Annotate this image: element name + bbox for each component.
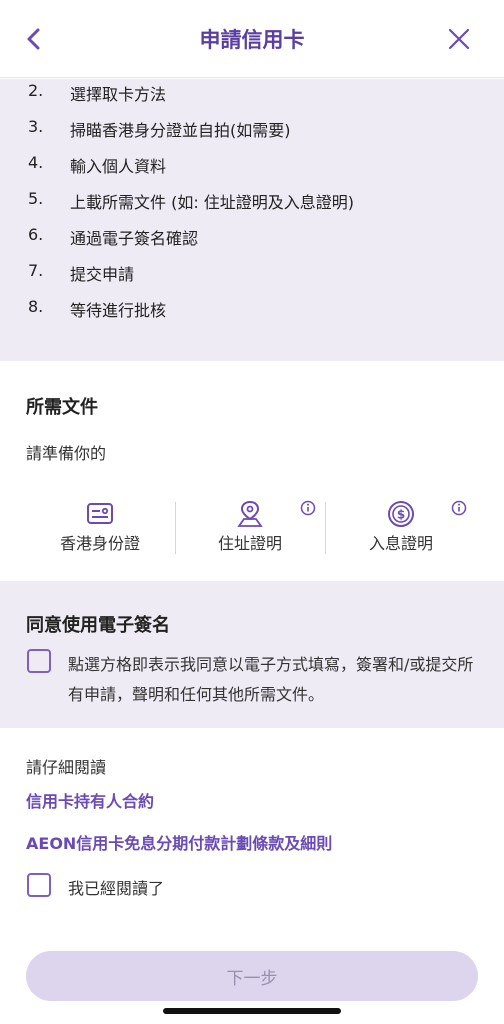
step-item: 5. 上載所需文件 (如: 住址證明及入息證明): [0, 189, 504, 219]
next-button[interactable]: 下一步: [26, 951, 478, 1001]
step-number: 4.: [28, 153, 44, 172]
dollar-coin-icon: $: [388, 501, 414, 527]
cardholder-agreement-link[interactable]: 信用卡持有人合約: [26, 788, 154, 812]
step-item: 2. 選擇取卡方法: [0, 81, 504, 111]
info-icon[interactable]: [300, 500, 316, 516]
svg-text:$: $: [397, 508, 405, 522]
step-text: 通過電子簽名確認: [70, 229, 199, 248]
step-item: 4. 輸入個人資料: [0, 153, 504, 183]
step-number: 5.: [28, 189, 44, 208]
step-text: 輸入個人資料: [70, 157, 167, 176]
doc-label: 香港身份證: [59, 534, 140, 553]
step-item: 8. 等待進行批核: [0, 297, 504, 327]
step-item: 7. 提交申請: [0, 261, 504, 291]
address-pin-icon: [237, 500, 263, 527]
close-icon: [448, 28, 470, 50]
doc-label: 住址證明: [217, 534, 282, 553]
application-steps: 2. 選擇取卡方法 3. 掃瞄香港身分證並自拍(如需要) 4. 輸入個人資料 5…: [0, 79, 504, 361]
app-header: 申請信用卡: [0, 0, 504, 78]
consent-title: 同意使用電子簽名: [26, 615, 170, 636]
step-text: 上載所需文件 (如: 住址證明及入息證明): [70, 193, 355, 212]
id-card-icon: [87, 503, 113, 524]
consent-text: 點選方格即表示我同意以電子方式填寫，簽署和/或提交所有申請，聲明和任何其他所需文…: [68, 655, 474, 704]
close-button[interactable]: [444, 24, 474, 54]
read-carefully-label: 請仔細閱讀: [26, 758, 107, 777]
step-text: 等待進行批核: [70, 301, 167, 320]
doc-hkid: 香港身份證: [25, 500, 175, 560]
step-number: 6.: [28, 225, 44, 244]
doc-label: 入息證明: [368, 534, 433, 553]
chevron-left-icon: [27, 28, 40, 50]
step-text: 選擇取卡方法: [70, 85, 167, 104]
back-button[interactable]: [18, 24, 48, 54]
step-text: 提交申請: [70, 265, 135, 284]
step-text: 掃瞄香港身分證並自拍(如需要): [70, 121, 291, 140]
home-indicator: [163, 1008, 341, 1014]
read-confirm-text: 我已經閱讀了: [68, 879, 165, 898]
step-item: 3. 掃瞄香港身分證並自拍(如需要): [0, 117, 504, 147]
page-title: 申請信用卡: [199, 27, 305, 52]
step-number: 2.: [28, 81, 44, 100]
step-number: 3.: [28, 117, 44, 136]
step-number: 7.: [28, 261, 44, 280]
documents-title: 所需文件: [26, 397, 98, 418]
documents-subtitle: 請準備你的: [26, 444, 107, 463]
info-icon[interactable]: [451, 500, 467, 516]
consent-checkbox[interactable]: [27, 649, 51, 673]
installment-terms-link[interactable]: AEON信用卡免息分期付款計劃條款及細則: [26, 830, 332, 854]
read-confirm-checkbox[interactable]: [27, 873, 51, 897]
step-number: 8.: [28, 297, 44, 316]
step-item: 6. 通過電子簽名確認: [0, 225, 504, 255]
